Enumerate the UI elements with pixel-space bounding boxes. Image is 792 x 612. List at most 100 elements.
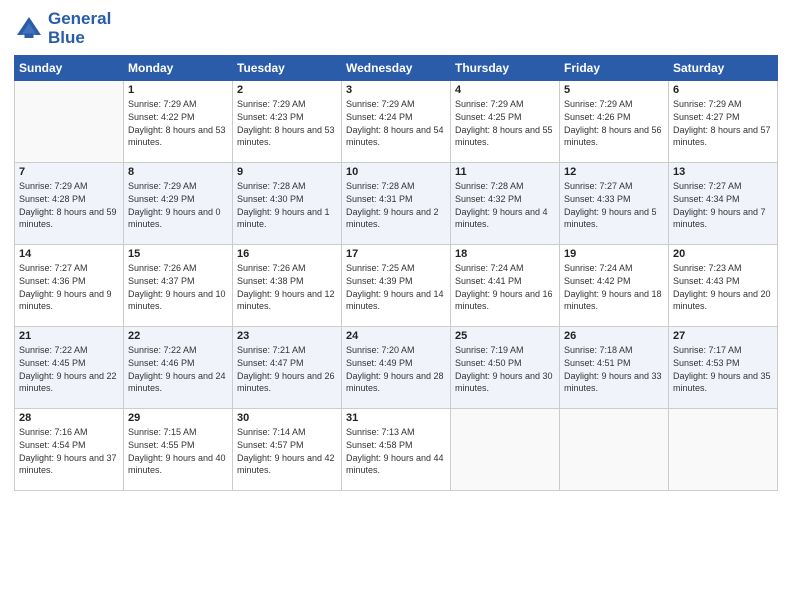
weekday-header-monday: Monday xyxy=(124,56,233,81)
cell-sun-info: Sunrise: 7:29 AMSunset: 4:23 PMDaylight:… xyxy=(237,98,337,148)
day-number: 17 xyxy=(346,248,446,260)
weekday-header-row: SundayMondayTuesdayWednesdayThursdayFrid… xyxy=(15,56,778,81)
cell-sun-info: Sunrise: 7:28 AMSunset: 4:30 PMDaylight:… xyxy=(237,180,337,230)
calendar-cell: 15Sunrise: 7:26 AMSunset: 4:37 PMDayligh… xyxy=(124,245,233,327)
cell-sun-info: Sunrise: 7:22 AMSunset: 4:46 PMDaylight:… xyxy=(128,344,228,394)
day-number: 16 xyxy=(237,248,337,260)
cell-sun-info: Sunrise: 7:13 AMSunset: 4:58 PMDaylight:… xyxy=(346,426,446,476)
cell-sun-info: Sunrise: 7:29 AMSunset: 4:22 PMDaylight:… xyxy=(128,98,228,148)
calendar-cell: 7 Sunrise: 7:29 AMSunset: 4:28 PMDaylight… xyxy=(15,163,124,245)
cell-sun-info: Sunrise: 7:16 AMSunset: 4:54 PMDaylight:… xyxy=(19,426,119,476)
cell-sun-info: Sunrise: 7:27 AMSunset: 4:36 PMDaylight:… xyxy=(19,262,119,312)
calendar-cell: 19Sunrise: 7:24 AMSunset: 4:42 PMDayligh… xyxy=(560,245,669,327)
calendar-cell: 4 Sunrise: 7:29 AMSunset: 4:25 PMDaylight… xyxy=(451,81,560,163)
cell-sun-info: Sunrise: 7:29 AMSunset: 4:28 PMDaylight:… xyxy=(19,180,119,230)
day-number: 20 xyxy=(673,248,773,260)
calendar-cell xyxy=(15,81,124,163)
calendar-cell xyxy=(560,409,669,491)
calendar-cell: 20 Sunrise: 7:23 AMSunset: 4:43 PMDayligh… xyxy=(669,245,778,327)
cell-sun-info: Sunrise: 7:27 AMSunset: 4:34 PMDaylight:… xyxy=(673,180,773,230)
calendar-cell: 27 Sunrise: 7:17 AMSunset: 4:53 PMDayligh… xyxy=(669,327,778,409)
day-number: 8 xyxy=(128,166,228,178)
weekday-header-thursday: Thursday xyxy=(451,56,560,81)
day-number: 27 xyxy=(673,330,773,342)
calendar-cell: 18 Sunrise: 7:24 AMSunset: 4:41 PMDayligh… xyxy=(451,245,560,327)
day-number: 4 xyxy=(455,84,555,96)
day-number: 26 xyxy=(564,330,664,342)
calendar-week-4: 21Sunrise: 7:22 AMSunset: 4:45 PMDayligh… xyxy=(15,327,778,409)
calendar-table: SundayMondayTuesdayWednesdayThursdayFrid… xyxy=(14,55,778,491)
day-number: 24 xyxy=(346,330,446,342)
calendar-cell: 1 Sunrise: 7:29 AMSunset: 4:22 PMDaylight… xyxy=(124,81,233,163)
calendar-cell: 12 Sunrise: 7:27 AMSunset: 4:33 PMDayligh… xyxy=(560,163,669,245)
calendar-cell: 6 Sunrise: 7:29 AMSunset: 4:27 PMDaylight… xyxy=(669,81,778,163)
day-number: 14 xyxy=(19,248,119,260)
calendar-cell: 31 Sunrise: 7:13 AMSunset: 4:58 PMDayligh… xyxy=(342,409,451,491)
day-number: 11 xyxy=(455,166,555,178)
day-number: 18 xyxy=(455,248,555,260)
calendar-cell: 8 Sunrise: 7:29 AMSunset: 4:29 PMDaylight… xyxy=(124,163,233,245)
calendar-cell xyxy=(451,409,560,491)
cell-sun-info: Sunrise: 7:28 AMSunset: 4:31 PMDaylight:… xyxy=(346,180,446,230)
calendar-week-1: 1 Sunrise: 7:29 AMSunset: 4:22 PMDaylight… xyxy=(15,81,778,163)
cell-sun-info: Sunrise: 7:29 AMSunset: 4:27 PMDaylight:… xyxy=(673,98,773,148)
cell-sun-info: Sunrise: 7:15 AMSunset: 4:55 PMDaylight:… xyxy=(128,426,228,476)
calendar-cell: 28Sunrise: 7:16 AMSunset: 4:54 PMDayligh… xyxy=(15,409,124,491)
logo: General Blue xyxy=(14,10,111,47)
calendar-cell: 30Sunrise: 7:14 AMSunset: 4:57 PMDayligh… xyxy=(233,409,342,491)
calendar-cell: 26Sunrise: 7:18 AMSunset: 4:51 PMDayligh… xyxy=(560,327,669,409)
calendar-cell: 17 Sunrise: 7:25 AMSunset: 4:39 PMDayligh… xyxy=(342,245,451,327)
weekday-header-tuesday: Tuesday xyxy=(233,56,342,81)
day-number: 10 xyxy=(346,166,446,178)
calendar-cell: 3Sunrise: 7:29 AMSunset: 4:24 PMDaylight… xyxy=(342,81,451,163)
day-number: 1 xyxy=(128,84,228,96)
cell-sun-info: Sunrise: 7:17 AMSunset: 4:53 PMDaylight:… xyxy=(673,344,773,394)
day-number: 22 xyxy=(128,330,228,342)
cell-sun-info: Sunrise: 7:25 AMSunset: 4:39 PMDaylight:… xyxy=(346,262,446,312)
calendar-cell: 16 Sunrise: 7:26 AMSunset: 4:38 PMDayligh… xyxy=(233,245,342,327)
calendar-cell: 10 Sunrise: 7:28 AMSunset: 4:31 PMDayligh… xyxy=(342,163,451,245)
cell-sun-info: Sunrise: 7:26 AMSunset: 4:38 PMDaylight:… xyxy=(237,262,337,312)
day-number: 25 xyxy=(455,330,555,342)
calendar-cell xyxy=(669,409,778,491)
day-number: 7 xyxy=(19,166,119,178)
cell-sun-info: Sunrise: 7:29 AMSunset: 4:29 PMDaylight:… xyxy=(128,180,228,230)
logo-icon xyxy=(14,14,44,44)
calendar-cell: 22 Sunrise: 7:22 AMSunset: 4:46 PMDayligh… xyxy=(124,327,233,409)
cell-sun-info: Sunrise: 7:29 AMSunset: 4:26 PMDaylight:… xyxy=(564,98,664,148)
cell-sun-info: Sunrise: 7:27 AMSunset: 4:33 PMDaylight:… xyxy=(564,180,664,230)
day-number: 6 xyxy=(673,84,773,96)
day-number: 31 xyxy=(346,412,446,424)
day-number: 2 xyxy=(237,84,337,96)
day-number: 21 xyxy=(19,330,119,342)
calendar-week-2: 7 Sunrise: 7:29 AMSunset: 4:28 PMDaylight… xyxy=(15,163,778,245)
cell-sun-info: Sunrise: 7:21 AMSunset: 4:47 PMDaylight:… xyxy=(237,344,337,394)
calendar-cell: 23 Sunrise: 7:21 AMSunset: 4:47 PMDayligh… xyxy=(233,327,342,409)
calendar-cell: 13 Sunrise: 7:27 AMSunset: 4:34 PMDayligh… xyxy=(669,163,778,245)
calendar-cell: 2 Sunrise: 7:29 AMSunset: 4:23 PMDaylight… xyxy=(233,81,342,163)
page-header: General Blue xyxy=(14,10,778,47)
weekday-header-wednesday: Wednesday xyxy=(342,56,451,81)
calendar-cell: 21Sunrise: 7:22 AMSunset: 4:45 PMDayligh… xyxy=(15,327,124,409)
calendar-cell: 9Sunrise: 7:28 AMSunset: 4:30 PMDaylight… xyxy=(233,163,342,245)
day-number: 23 xyxy=(237,330,337,342)
calendar-cell: 5 Sunrise: 7:29 AMSunset: 4:26 PMDaylight… xyxy=(560,81,669,163)
logo-text: General Blue xyxy=(48,10,111,47)
cell-sun-info: Sunrise: 7:24 AMSunset: 4:41 PMDaylight:… xyxy=(455,262,555,312)
cell-sun-info: Sunrise: 7:20 AMSunset: 4:49 PMDaylight:… xyxy=(346,344,446,394)
day-number: 12 xyxy=(564,166,664,178)
weekday-header-sunday: Sunday xyxy=(15,56,124,81)
day-number: 5 xyxy=(564,84,664,96)
cell-sun-info: Sunrise: 7:14 AMSunset: 4:57 PMDaylight:… xyxy=(237,426,337,476)
cell-sun-info: Sunrise: 7:19 AMSunset: 4:50 PMDaylight:… xyxy=(455,344,555,394)
weekday-header-friday: Friday xyxy=(560,56,669,81)
cell-sun-info: Sunrise: 7:23 AMSunset: 4:43 PMDaylight:… xyxy=(673,262,773,312)
calendar-cell: 25 Sunrise: 7:19 AMSunset: 4:50 PMDayligh… xyxy=(451,327,560,409)
day-number: 13 xyxy=(673,166,773,178)
calendar-cell: 24 Sunrise: 7:20 AMSunset: 4:49 PMDayligh… xyxy=(342,327,451,409)
calendar-page: General Blue SundayMondayTuesdayWednesda… xyxy=(0,0,792,612)
cell-sun-info: Sunrise: 7:29 AMSunset: 4:25 PMDaylight:… xyxy=(455,98,555,148)
day-number: 15 xyxy=(128,248,228,260)
day-number: 3 xyxy=(346,84,446,96)
cell-sun-info: Sunrise: 7:28 AMSunset: 4:32 PMDaylight:… xyxy=(455,180,555,230)
